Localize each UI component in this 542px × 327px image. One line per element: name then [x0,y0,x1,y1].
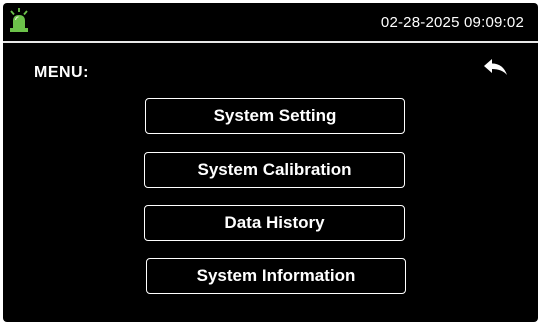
status-bar: 02-28-2025 09:09:02 [3,3,538,41]
datetime-display: 02-28-2025 09:09:02 [380,14,524,31]
alarm-beacon-icon [10,8,28,32]
system-information-button[interactable]: System Information [146,258,406,294]
status-divider [3,41,538,43]
system-setting-label: System Setting [213,106,337,125]
menu-title: MENU: [34,64,89,81]
system-information-label: System Information [196,266,356,285]
back-arrow-icon[interactable] [481,56,511,82]
system-calibration-label: System Calibration [197,160,352,179]
system-calibration-button[interactable]: System Calibration [144,152,405,188]
data-history-button[interactable]: Data History [144,205,405,241]
device-screen: 02-28-2025 09:09:02 MENU: System Setting… [0,0,542,327]
display-panel: 02-28-2025 09:09:02 MENU: System Setting… [3,3,538,322]
system-setting-button[interactable]: System Setting [145,98,405,134]
data-history-label: Data History [224,213,325,232]
